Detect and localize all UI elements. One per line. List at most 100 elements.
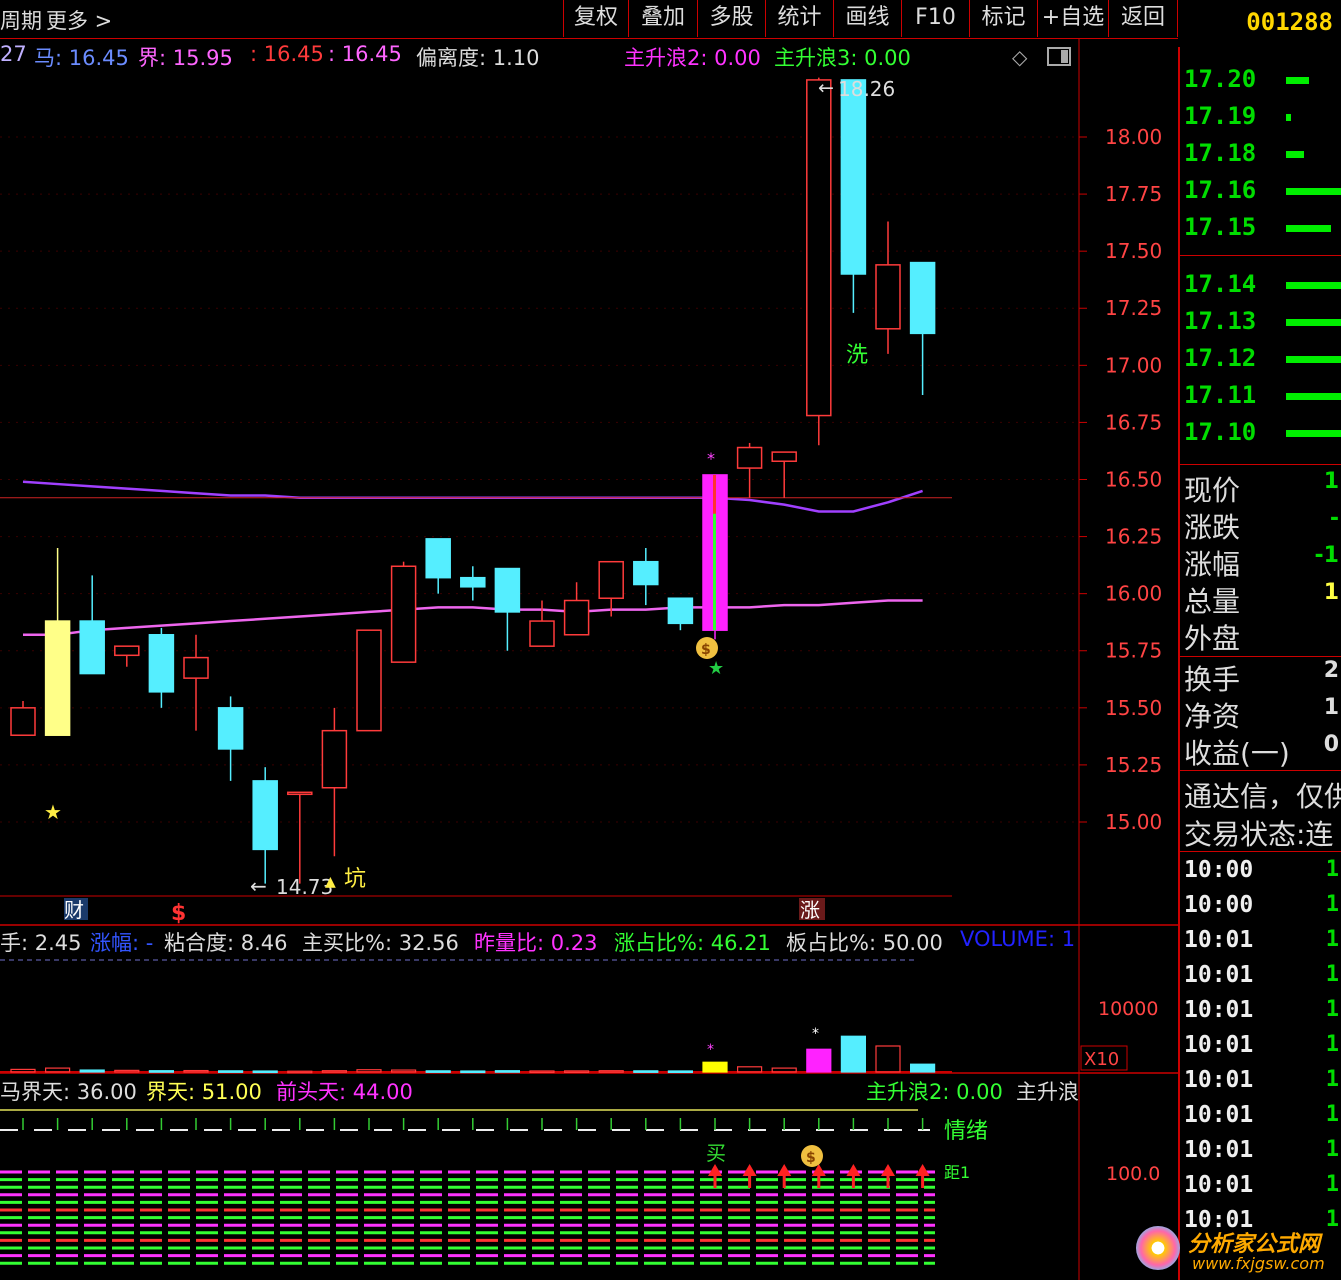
- volume-indicator-6: 板占比%: 50.00: [786, 931, 943, 955]
- main-indicator-7: 主升浪3: 0.00: [774, 46, 911, 70]
- orderbook-price: 17.15: [1184, 213, 1257, 241]
- orderbook-row[interactable]: 17.13: [1184, 307, 1256, 337]
- notice-text-2: 交易状态:连: [1184, 818, 1334, 851]
- quote-info-label: 涨幅: [1184, 548, 1241, 581]
- orderbook-volume-bar: [1286, 282, 1341, 289]
- bottom-indicator-0: 马界天: 36.00: [0, 1080, 137, 1104]
- star-icon: ★: [44, 800, 62, 824]
- orderbook-bottom-divider: [1180, 464, 1341, 465]
- low-arrow-label: ←: [250, 874, 267, 898]
- tick-row: 10:01 1: [1184, 997, 1339, 1023]
- multi-stock-button[interactable]: 多股: [697, 0, 765, 37]
- orderbook-volume-bar: [1286, 225, 1331, 232]
- more-menu[interactable]: 更多 >: [46, 5, 112, 35]
- main-indicator-row: 27 马: 16.45 界: 15.95: 16.45: 16.45 偏离度: 1.1…: [0, 42, 1010, 72]
- statistics-button[interactable]: 统计: [765, 0, 833, 37]
- buy-arrow-icon: [846, 1164, 861, 1176]
- quote-info-value: 1: [1323, 580, 1339, 605]
- tick-row: 10:01 1: [1184, 927, 1339, 953]
- candle-body: [356, 629, 382, 732]
- quote-info-value: 1: [1323, 695, 1339, 720]
- period-menu[interactable]: 周期: [0, 5, 42, 35]
- orderbook-row[interactable]: 17.16: [1184, 176, 1256, 206]
- volume-bar: [771, 1067, 797, 1073]
- info-divider: [1180, 656, 1341, 657]
- price-axis-label: 16.75: [1105, 410, 1162, 434]
- tick-time: 10:01: [1184, 1102, 1254, 1128]
- back-button[interactable]: 返回: [1108, 0, 1178, 37]
- orderbook-volume-bar: [1286, 77, 1309, 84]
- orderbook-row[interactable]: 17.19: [1184, 102, 1256, 132]
- orderbook-row[interactable]: 17.20: [1184, 65, 1256, 95]
- watermark: 分析家公式网 www.fxjgsw.com: [1134, 1222, 1341, 1280]
- volume-bar: [356, 1069, 382, 1073]
- tick-time: 10:01: [1184, 1032, 1254, 1058]
- candle-body: [114, 645, 140, 657]
- tick-value: 1: [1325, 1137, 1339, 1162]
- candle-body: [79, 620, 105, 675]
- bottom-indicator-3: 主升浪2: 0.00: [866, 1080, 1003, 1104]
- candle-body: [44, 620, 71, 736]
- price-axis-label: 17.25: [1105, 296, 1162, 320]
- fuquan-button[interactable]: 复权: [563, 0, 628, 37]
- tick-value: 1: [1325, 962, 1339, 987]
- orderbook-row[interactable]: 17.10: [1184, 418, 1256, 448]
- orderbook-volume-bar: [1286, 319, 1341, 326]
- quote-info-row: 净资 1: [1184, 695, 1339, 735]
- tick-value: 1: [1325, 997, 1339, 1022]
- tick-time: 10:00: [1184, 892, 1254, 918]
- overlay-button[interactable]: 叠加: [628, 0, 697, 37]
- notice-divider: [1180, 770, 1341, 771]
- tick-row: 10:01 1: [1184, 962, 1339, 988]
- candle-body: [875, 264, 901, 330]
- tick-time: 10:00: [1184, 857, 1254, 883]
- orderbook-row[interactable]: 17.12: [1184, 344, 1256, 374]
- tick-row: 10:00 1: [1184, 892, 1339, 918]
- candle-body: [321, 729, 348, 789]
- f10-button[interactable]: F10: [901, 0, 969, 37]
- diamond-icon[interactable]: ◇: [1012, 45, 1028, 69]
- stock-code-box: 001288: [1178, 0, 1341, 47]
- vol-star2-icon: *: [812, 1026, 819, 1042]
- orderbook-price: 17.19: [1184, 102, 1257, 130]
- orderbook-row[interactable]: 17.18: [1184, 139, 1256, 169]
- candle-body: [909, 261, 936, 335]
- orderbook-row[interactable]: 17.14: [1184, 270, 1256, 300]
- green-star-icon: ★: [708, 658, 724, 679]
- volume-bar: [667, 1070, 694, 1074]
- orderbook-row[interactable]: 17.11: [1184, 381, 1256, 411]
- candle-body: [460, 576, 486, 588]
- tick-time: 10:01: [1184, 927, 1254, 953]
- quote-info-row: 收益(一) 0: [1184, 732, 1339, 772]
- volume-bar: [702, 1061, 728, 1073]
- draw-line-button[interactable]: 画线: [833, 0, 901, 37]
- volume-bar: [218, 1070, 244, 1073]
- price-axis-label: 15.50: [1105, 696, 1162, 720]
- bottom-indicator-4: 主升浪: [1016, 1080, 1078, 1104]
- main-indicator-0: 27: [0, 42, 27, 66]
- main-indicator-4: : 16.45: [328, 42, 402, 66]
- price-axis-label: 15.00: [1105, 810, 1162, 834]
- buy-arrow-icon: [742, 1164, 757, 1176]
- candle-body: [529, 620, 555, 647]
- tick-row: 10:00 1: [1184, 857, 1339, 883]
- quote-info-value: -1: [1314, 543, 1339, 568]
- mark-button[interactable]: 标记: [969, 0, 1037, 37]
- candle-body: [840, 79, 867, 275]
- candle-body: [736, 446, 763, 469]
- buy-arrow-icon: [777, 1164, 792, 1176]
- bottom-indicator-2: 前头天: 44.00: [276, 1080, 413, 1104]
- candle-body: [217, 707, 244, 750]
- volume-bar: [633, 1070, 659, 1073]
- orderbook-volume-bar: [1286, 188, 1341, 195]
- quote-info-row: 总量 1: [1184, 580, 1339, 620]
- volume-bar: [44, 1067, 71, 1073]
- tick-value: 1: [1325, 1067, 1339, 1092]
- add-watchlist-button[interactable]: +自选: [1037, 0, 1108, 37]
- orderbook-row[interactable]: 17.15: [1184, 213, 1256, 243]
- volume-bar: [79, 1069, 105, 1073]
- quote-info-row: 涨幅 -1: [1184, 543, 1339, 583]
- xi-label: 洗: [846, 343, 868, 368]
- quote-info-value: 1: [1323, 469, 1339, 494]
- quote-panel: 17.20 17.19 17.18 17.16 17.15 17.14 17.13 17.12…: [1178, 47, 1341, 1280]
